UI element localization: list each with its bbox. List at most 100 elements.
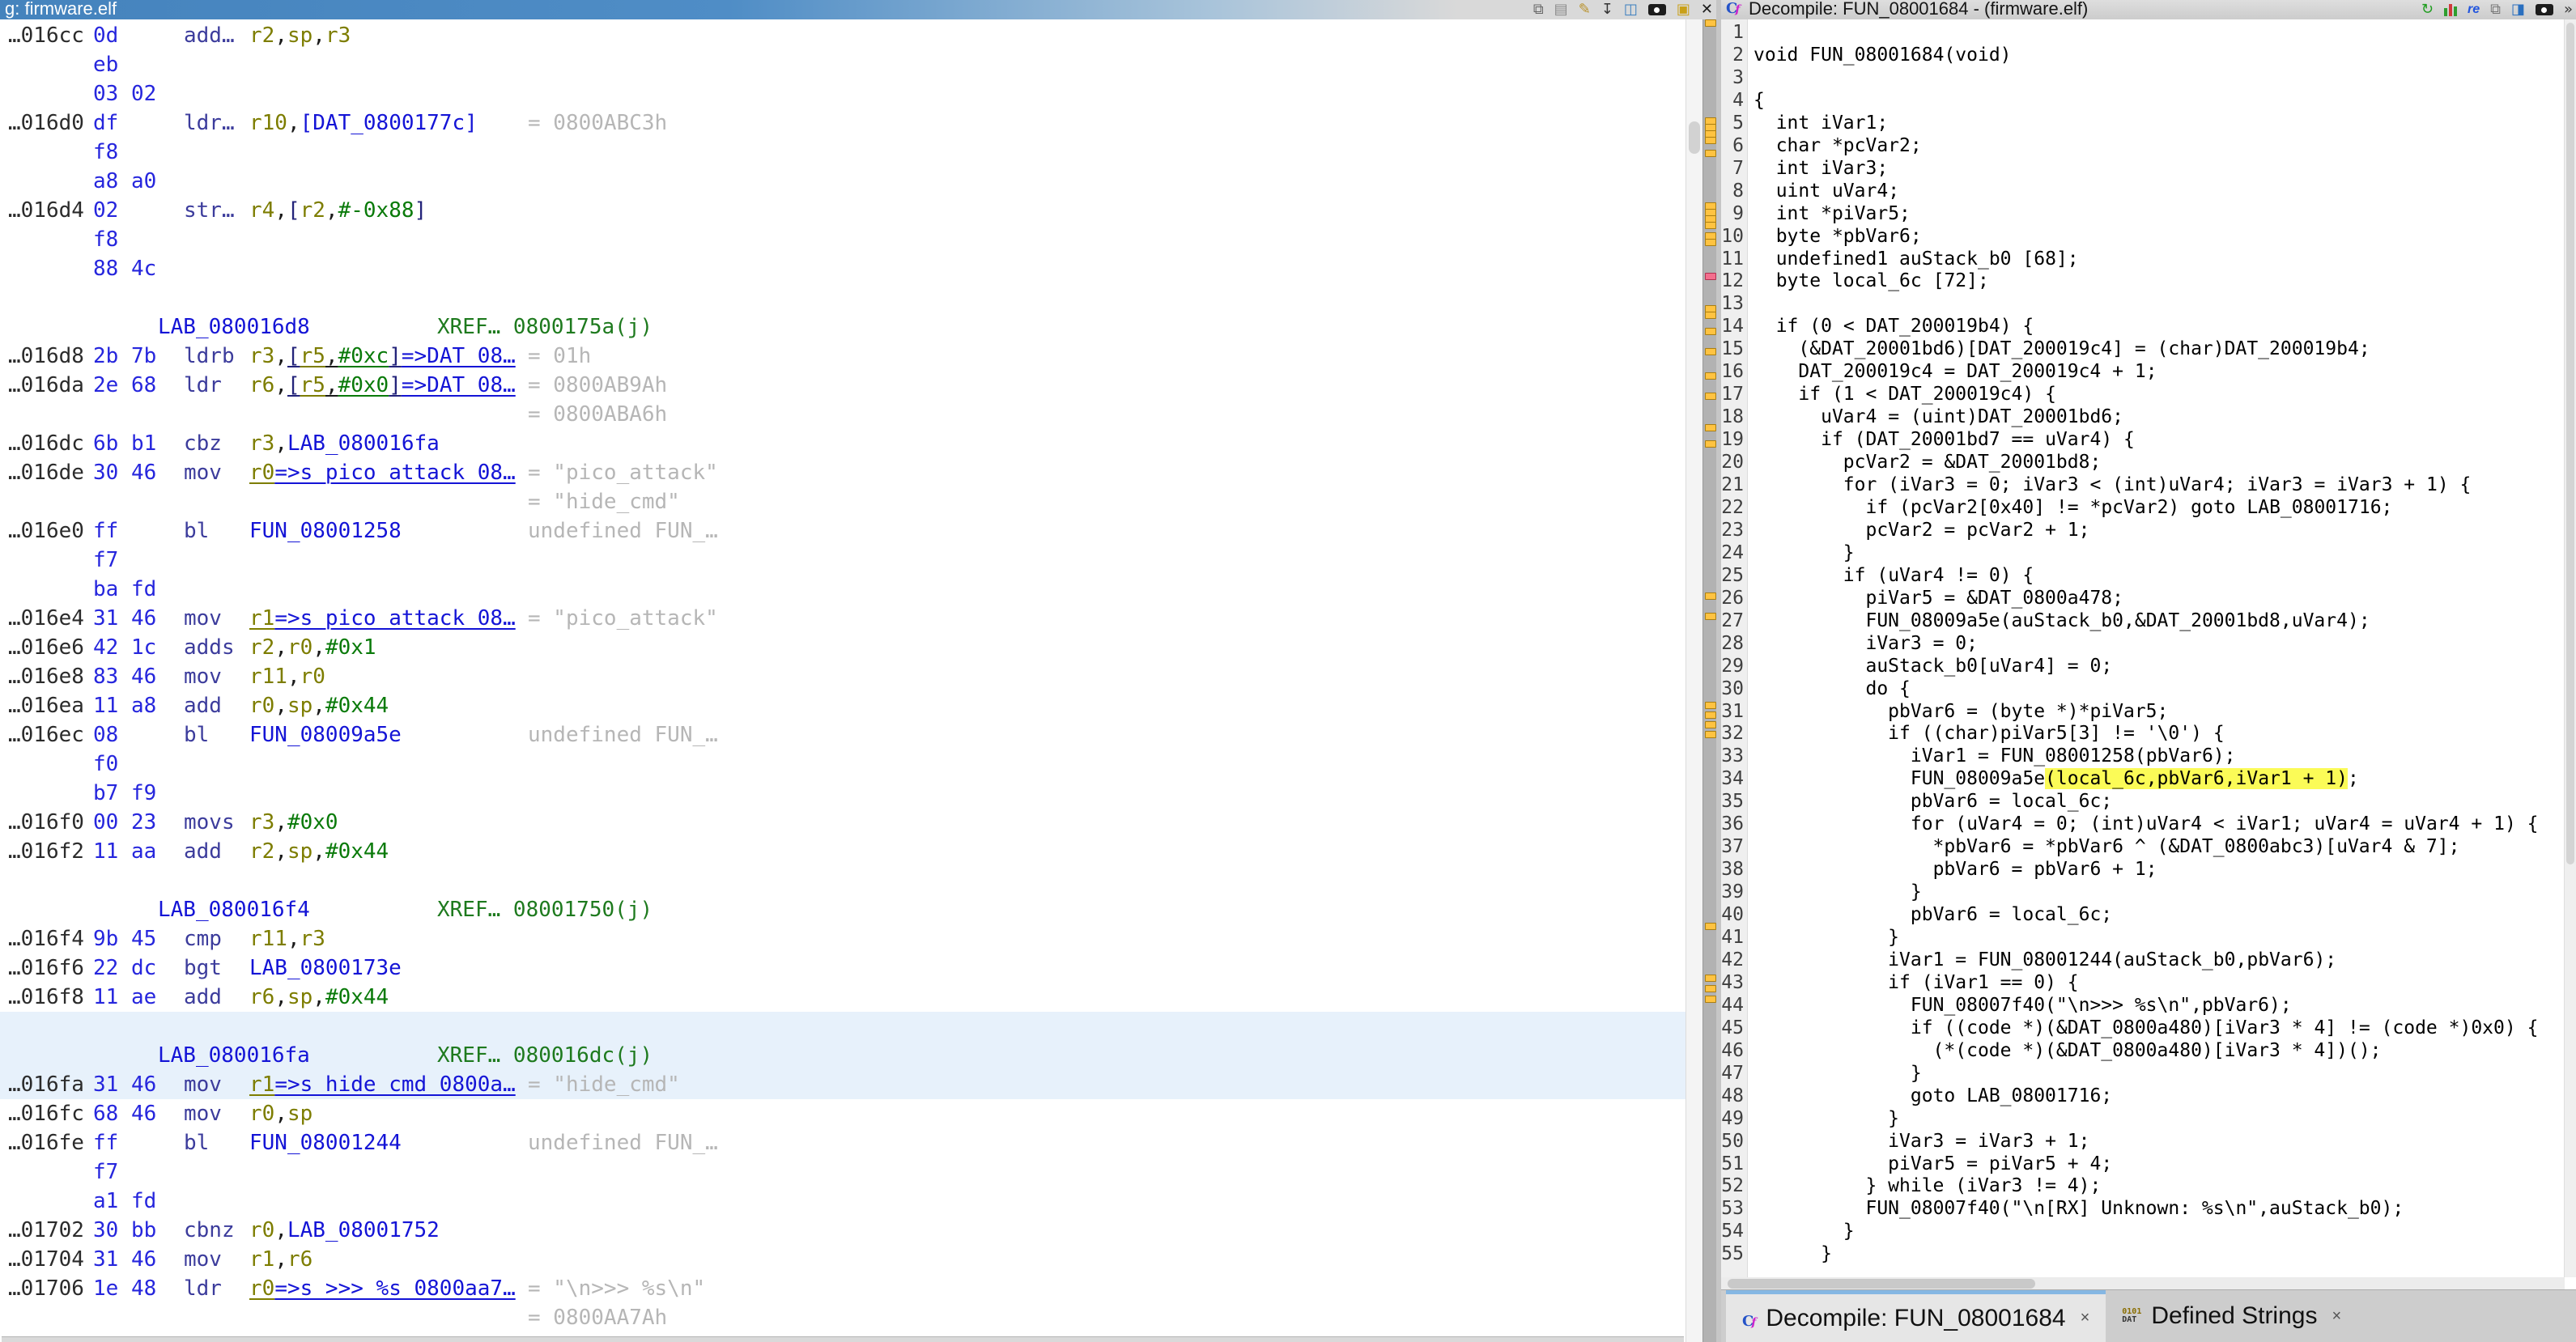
decompile-line[interactable]: 5 int iVar1;: [1721, 112, 2565, 134]
change-marker[interactable]: [1705, 440, 1716, 448]
decompile-line[interactable]: 29 auStack_b0[uVar4] = 0;: [1721, 655, 2565, 677]
listing-row[interactable]: …016f811 aeaddr6,sp,#0x44: [0, 983, 1685, 1012]
refresh-icon[interactable]: ↻: [2421, 2, 2434, 17]
change-marker[interactable]: [1705, 613, 1716, 620]
change-marker[interactable]: [1705, 711, 1716, 719]
listing-label-row[interactable]: LAB_080016faXREF… 080016dc(j): [0, 1041, 1685, 1070]
decompile-line[interactable]: 45 if ((code *)(&DAT_0800a480)[iVar3 * 4…: [1721, 1017, 2565, 1039]
listing-row[interactable]: …016e431 46movr1=>s_pico_attack_08…= "pi…: [0, 604, 1685, 633]
change-marker[interactable]: [1705, 393, 1716, 400]
listing-subrow[interactable]: = 0800ABA6h: [0, 400, 1685, 429]
diff-view-icon[interactable]: ◫: [1624, 2, 1638, 17]
decompile-line[interactable]: 19 if (DAT_20001bd7 == uVar4) {: [1721, 428, 2565, 451]
listing-row[interactable]: …016f000 23movsr3,#0x0: [0, 808, 1685, 837]
listing-vertical-scrollbar[interactable]: [1685, 19, 1702, 1342]
change-marker[interactable]: [1705, 222, 1716, 229]
close-tab-icon[interactable]: ×: [2081, 1309, 2090, 1327]
change-marker[interactable]: [1705, 328, 1716, 335]
decompile-line[interactable]: 52 } while (iVar3 != 4);: [1721, 1174, 2565, 1197]
listing-row[interactable]: …016cc0dadd…r2,sp,r3: [0, 21, 1685, 50]
tab-defined-strings[interactable]: 0101DAT Defined Strings ×: [2106, 1290, 2357, 1342]
snapshot-camera-icon[interactable]: [2536, 4, 2553, 15]
copy-icon[interactable]: ⧉: [2490, 2, 2501, 17]
import-arrow-icon[interactable]: ↧: [1601, 2, 1613, 17]
decompile-line[interactable]: 13: [1721, 292, 2565, 315]
change-marker[interactable]: [1705, 150, 1716, 157]
listing-subrow[interactable]: ba fd: [0, 575, 1685, 604]
decompile-line[interactable]: 4{: [1721, 89, 2565, 112]
decompile-line[interactable]: 23 pcVar2 = pcVar2 + 1;: [1721, 519, 2565, 541]
listing-label-row[interactable]: LAB_080016f4XREF… 08001750(j): [0, 895, 1685, 924]
listing-subrow[interactable]: = 0800AA7Ah: [0, 1303, 1685, 1332]
change-marker[interactable]: [1705, 19, 1716, 27]
listing-row[interactable]: …0170431 46movr1,r6: [0, 1245, 1685, 1274]
decompile-line[interactable]: 2void FUN_08001684(void): [1721, 44, 2565, 66]
listing-subrow[interactable]: f7: [0, 546, 1685, 575]
rename-icon[interactable]: re: [2468, 2, 2480, 17]
snapshot-camera-icon[interactable]: [1648, 4, 1666, 15]
decompile-line[interactable]: 9 int *piVar5;: [1721, 202, 2565, 225]
export-icon[interactable]: ◨: [2511, 2, 2525, 17]
listing-subrow[interactable]: = "hide_cmd": [0, 487, 1685, 516]
listing-row[interactable]: …016f49b 45cmpr11,r3: [0, 924, 1685, 953]
change-marker[interactable]: [1705, 372, 1716, 380]
listing-view[interactable]: …016cc0dadd…r2,sp,r3eb03 02…016d0dfldr…r…: [0, 19, 1685, 1342]
decompile-line[interactable]: 25 if (uVar4 != 0) {: [1721, 564, 2565, 587]
scrollbar-thumb[interactable]: [2566, 23, 2574, 864]
listing-subrow[interactable]: a8 a0: [0, 167, 1685, 196]
scrollbar-thumb[interactable]: [1728, 1279, 2035, 1289]
listing-row[interactable]: …016feffblFUN_08001244undefined FUN_…: [0, 1128, 1685, 1157]
decompile-line[interactable]: 38 pbVar6 = pbVar6 + 1;: [1721, 858, 2565, 881]
decompile-line[interactable]: 18 uVar4 = (uint)DAT_20001bd6;: [1721, 406, 2565, 428]
paste-icon[interactable]: ▤: [1554, 2, 1568, 17]
decompile-line[interactable]: 49 }: [1721, 1107, 2565, 1130]
decompile-line[interactable]: 1: [1721, 21, 2565, 44]
listing-subrow[interactable]: [0, 1012, 1685, 1041]
close-icon[interactable]: ✕: [1701, 2, 1713, 17]
close-tab-icon[interactable]: ×: [2332, 1307, 2341, 1326]
change-marker[interactable]: [1705, 975, 1716, 982]
change-marker[interactable]: [1705, 702, 1716, 709]
decompile-line[interactable]: 21 for (iVar3 = 0; iVar3 < (int)uVar4; i…: [1721, 474, 2565, 496]
listing-label-row[interactable]: LAB_080016d8XREF… 0800175a(j): [0, 312, 1685, 342]
decompile-line[interactable]: 35 pbVar6 = local_6c;: [1721, 790, 2565, 813]
decompile-line[interactable]: 53 FUN_08007f40("\n[RX] Unknown: %s\n",a…: [1721, 1197, 2565, 1220]
listing-row[interactable]: …016ea11 a8addr0,sp,#0x44: [0, 691, 1685, 720]
decompile-line[interactable]: 36 for (uVar4 = 0; (int)uVar4 < iVar1; u…: [1721, 813, 2565, 835]
decompile-line[interactable]: 12 byte local_6c [72];: [1721, 270, 2565, 292]
listing-row[interactable]: …016fc68 46movr0,sp: [0, 1099, 1685, 1128]
decompile-line[interactable]: 11 undefined1 auStack_b0 [68];: [1721, 248, 2565, 270]
listing-row[interactable]: …016ec08blFUN_08009a5eundefined FUN_…: [0, 720, 1685, 750]
decompile-line[interactable]: 54 }: [1721, 1220, 2565, 1242]
listing-subrow[interactable]: 88 4c: [0, 254, 1685, 283]
copy-icon[interactable]: ⧉: [1533, 2, 1544, 17]
change-marker[interactable]: [1705, 239, 1716, 246]
listing-subrow[interactable]: f0: [0, 750, 1685, 779]
decompile-line[interactable]: 24 }: [1721, 541, 2565, 564]
decompile-panel-header[interactable]: Cf Decompile: FUN_08001684 - (firmware.e…: [1721, 0, 2576, 20]
decompile-line[interactable]: 44 FUN_08007f40("\n>>> %s\n",pbVar6);: [1721, 994, 2565, 1017]
decompile-line[interactable]: 55 }: [1721, 1242, 2565, 1265]
listing-row[interactable]: …016f622 dcbgtLAB_0800173e: [0, 953, 1685, 983]
listing-row[interactable]: …016fa31 46movr1=>s_hide_cmd_0800a…= "hi…: [0, 1070, 1685, 1099]
listing-row[interactable]: …016da2e 68ldrr6,[r5,#0x0]=>DAT_08…= 080…: [0, 371, 1685, 400]
decompile-line[interactable]: 26 piVar5 = &DAT_0800a478;: [1721, 587, 2565, 609]
change-marker[interactable]: [1705, 348, 1716, 355]
listing-subrow[interactable]: b7 f9: [0, 779, 1685, 808]
listing-subrow[interactable]: [0, 283, 1685, 312]
scrollbar-thumb[interactable]: [1689, 121, 1700, 154]
listing-row[interactable]: …016d0dfldr…r10,[DAT_0800177c]= 0800ABC3…: [0, 108, 1685, 138]
listing-row[interactable]: …017061e 48ldrr0=>s_>>>_%s_0800aa7…= "\n…: [0, 1274, 1685, 1303]
decompile-line[interactable]: 42 iVar1 = FUN_08001244(auStack_b0,pbVar…: [1721, 949, 2565, 971]
listing-subrow[interactable]: a1 fd: [0, 1187, 1685, 1216]
decompile-line[interactable]: 17 if (1 < DAT_200019c4) {: [1721, 383, 2565, 406]
decompile-line[interactable]: 40 pbVar6 = local_6c;: [1721, 903, 2565, 926]
decompile-line[interactable]: 33 iVar1 = FUN_08001258(pbVar6);: [1721, 745, 2565, 767]
listing-row[interactable]: …016d82b 7bldrbr3,[r5,#0xc]=>DAT_08…= 01…: [0, 342, 1685, 371]
clone-window-icon[interactable]: ▣: [1677, 2, 1690, 17]
decompile-line[interactable]: 46 (*(code *)(&DAT_0800a480)[iVar3 * 4])…: [1721, 1039, 2565, 1062]
decompile-line[interactable]: 41 }: [1721, 926, 2565, 949]
listing-row[interactable]: …016e883 46movr11,r0: [0, 662, 1685, 691]
decompile-line[interactable]: 27 FUN_08009a5e(auStack_b0,&DAT_20001bd8…: [1721, 609, 2565, 632]
tab-decompile[interactable]: Cf Decompile: FUN_08001684 ×: [1726, 1290, 2106, 1342]
